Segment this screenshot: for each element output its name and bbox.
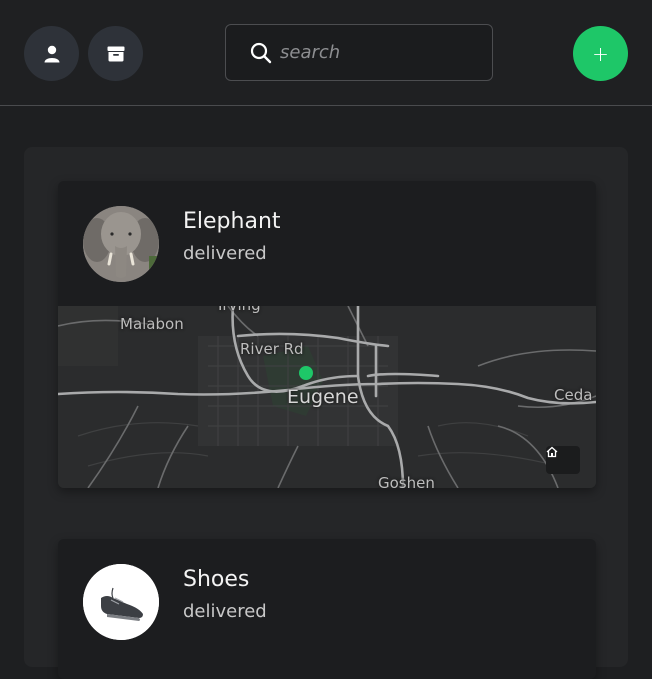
map-label-cedar: Ceda	[554, 386, 593, 404]
item-status: delivered	[183, 601, 267, 622]
delivery-map[interactable]: Irving Malabon River Rd Eugene Ceda Gosh…	[58, 306, 596, 488]
elephant-image	[83, 206, 159, 282]
item-avatar	[83, 564, 159, 640]
map-label-eugene: Eugene	[287, 386, 359, 408]
item-status: delivered	[183, 243, 267, 264]
item-name: Shoes	[183, 567, 250, 592]
archive-button[interactable]	[88, 26, 143, 81]
add-button[interactable]: +	[573, 26, 628, 81]
map-home-button[interactable]	[546, 446, 580, 474]
user-icon	[44, 45, 59, 62]
map-label-irving: Irving	[218, 306, 261, 314]
map-label-malabon: Malabon	[120, 315, 184, 333]
profile-button[interactable]	[24, 26, 79, 81]
item-card[interactable]: Elephant delivered Malabon River Rd Euge…	[58, 181, 596, 488]
top-bar: +	[0, 0, 652, 106]
add-button-label: +	[592, 41, 609, 66]
map-label-river-rd: River Rd	[240, 340, 304, 358]
search-box[interactable]	[225, 24, 493, 81]
item-name: Elephant	[183, 209, 281, 234]
shoe-image	[83, 564, 159, 640]
archive-icon	[107, 46, 124, 61]
item-card[interactable]: Shoes delivered	[58, 539, 596, 679]
search-icon	[250, 42, 272, 63]
search-input[interactable]	[280, 42, 480, 63]
item-avatar	[83, 206, 159, 282]
home-icon	[546, 446, 558, 458]
map-label-goshen: Goshen	[378, 474, 435, 488]
